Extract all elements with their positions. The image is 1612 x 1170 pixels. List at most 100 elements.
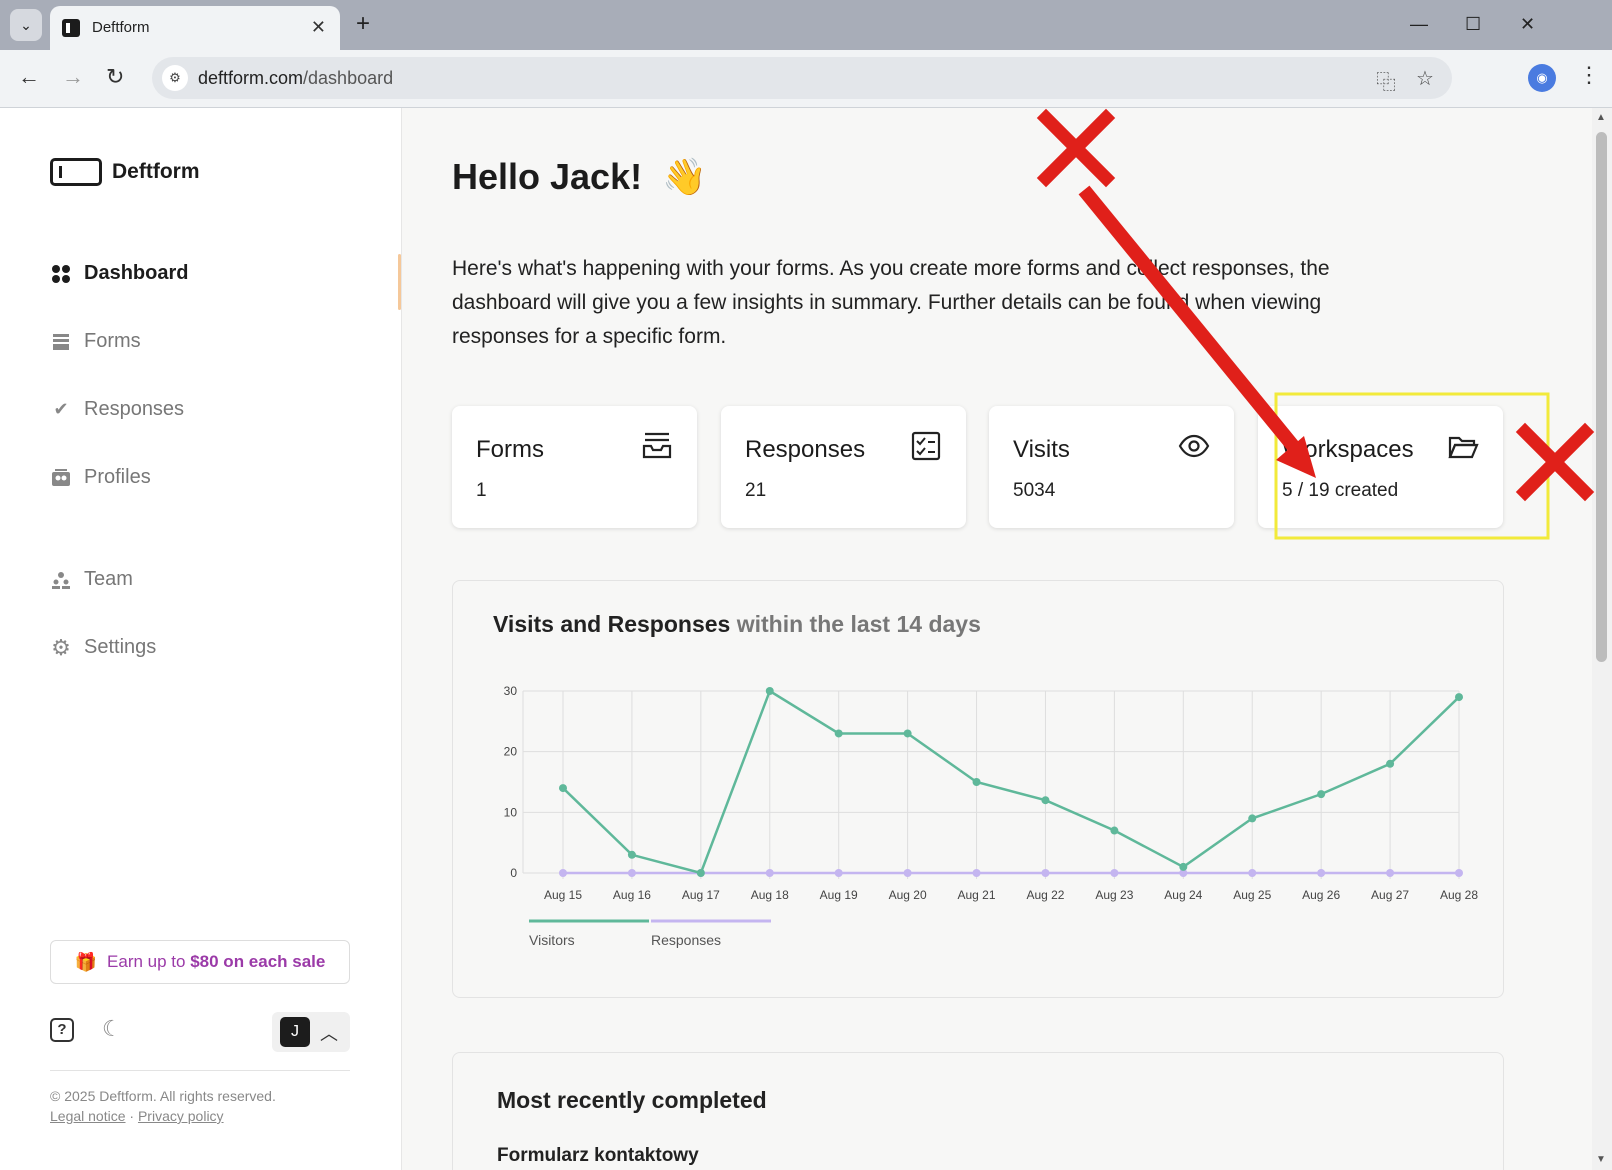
grid-icon	[50, 263, 72, 285]
x-tick-label: Aug 28	[1440, 888, 1478, 902]
waving-hand-icon: 👋	[662, 156, 707, 197]
address-bar[interactable]: ⚙ deftform.com/dashboard ⿻ ☆	[152, 57, 1452, 99]
sidebar-item-forms[interactable]: Forms	[50, 330, 141, 353]
series-line-visitors	[562, 689, 1460, 875]
earn-prefix: Earn up to	[107, 952, 191, 971]
recent-title: Most recently completed	[497, 1087, 767, 1113]
data-point-responses	[903, 869, 912, 877]
page-title: Hello Jack! 👋	[452, 156, 707, 198]
brand-name: Deftform	[112, 160, 200, 183]
chevron-down-icon: ⌄	[20, 16, 32, 33]
data-point-visitors	[1386, 759, 1395, 768]
data-point-visitors	[834, 729, 843, 738]
browser-tab-strip: ⌄ Deftform ✕ + — ☐ ✕	[0, 0, 1612, 50]
scroll-up-icon[interactable]: ▲	[1596, 112, 1606, 123]
maximize-icon[interactable]: ☐	[1465, 12, 1481, 36]
x-tick-label: Aug 22	[1026, 888, 1064, 902]
data-point-responses	[559, 869, 567, 877]
active-nav-indicator	[398, 254, 401, 310]
y-tick-label: 0	[510, 866, 517, 880]
affiliate-earn-button[interactable]: 🎁 Earn up to $80 on each sale	[50, 940, 350, 984]
browser-tab[interactable]: Deftform ✕	[50, 6, 340, 50]
inbox-tray-icon	[642, 432, 672, 459]
x-tick-label: Aug 27	[1371, 888, 1409, 902]
legal-separator: ·	[125, 1108, 138, 1124]
copyright-text: © 2025 Deftform. All rights reserved.	[50, 1088, 276, 1104]
bookmark-star-icon[interactable]: ☆	[1416, 66, 1434, 91]
sidebar-item-label: Responses	[84, 398, 185, 420]
gear-icon: ⚙	[51, 634, 71, 660]
stat-value: 21	[745, 480, 767, 501]
data-point-visitors	[1248, 814, 1257, 823]
back-arrow-icon[interactable]: ←	[18, 64, 40, 90]
folder-open-icon	[1448, 436, 1479, 459]
stat-value: 5 / 19 created	[1282, 480, 1399, 501]
brand-logo[interactable]: Deftform	[50, 158, 200, 186]
data-point-visitors	[1179, 862, 1188, 871]
y-tick-label: 10	[504, 805, 518, 819]
stat-card-responses[interactable]: Responses 21	[721, 406, 966, 528]
data-point-visitors	[559, 784, 567, 793]
data-point-responses	[1110, 869, 1119, 877]
legal-links: Legal notice · Privacy policy	[50, 1108, 224, 1124]
deftform-favicon-icon	[62, 19, 80, 37]
url-path: /dashboard	[303, 68, 394, 88]
data-point-visitors	[1041, 796, 1050, 805]
list-item[interactable]: Formularz kontaktowy	[497, 1145, 699, 1167]
scroll-thumb[interactable]	[1596, 132, 1607, 662]
sidebar-item-responses[interactable]: ✔ Responses	[50, 398, 184, 421]
forward-arrow-icon[interactable]: →	[62, 64, 84, 90]
data-point-responses	[1041, 869, 1050, 877]
user-menu-button[interactable]: J ︿	[272, 1012, 350, 1052]
data-point-responses	[1386, 869, 1395, 877]
x-tick-label: Aug 18	[751, 888, 789, 902]
url-text[interactable]: deftform.com/dashboard	[198, 68, 393, 89]
avatar: J	[280, 1017, 310, 1047]
contacts-icon	[50, 467, 72, 489]
legal-notice-link[interactable]: Legal notice	[50, 1108, 126, 1124]
sidebar-item-profiles[interactable]: Profiles	[50, 466, 151, 489]
help-icon[interactable]: ?	[50, 1018, 74, 1042]
new-tab-icon[interactable]: +	[356, 10, 370, 38]
earn-amount: $80 on each sale	[190, 952, 326, 971]
sidebar-item-dashboard[interactable]: Dashboard	[50, 262, 188, 285]
url-host: deftform.com	[198, 68, 304, 88]
sidebar-item-team[interactable]: Team	[50, 568, 133, 591]
eye-icon	[1178, 434, 1210, 458]
scroll-down-icon[interactable]: ▼	[1596, 1154, 1606, 1165]
sidebar-item-settings[interactable]: ⚙ Settings	[50, 634, 156, 660]
profile-avatar-icon[interactable]: ◉	[1528, 64, 1556, 92]
tab-search-button[interactable]: ⌄	[10, 9, 42, 41]
x-tick-label: Aug 19	[820, 888, 858, 902]
minimize-icon[interactable]: —	[1410, 12, 1428, 36]
site-info-icon[interactable]: ⚙	[162, 65, 188, 91]
close-tab-icon[interactable]: ✕	[311, 17, 326, 38]
data-point-responses	[834, 869, 843, 877]
x-tick-label: Aug 26	[1302, 888, 1340, 902]
browser-menu-icon[interactable]: ⋮	[1578, 62, 1600, 88]
stat-card-visits[interactable]: Visits 5034	[989, 406, 1234, 528]
reload-icon[interactable]: ↻	[106, 64, 124, 90]
stat-value: 5034	[1013, 480, 1056, 501]
y-tick-label: 20	[504, 745, 518, 759]
page-scrollbar[interactable]: ▲ ▼	[1592, 108, 1612, 1170]
dark-mode-moon-icon[interactable]: ☾	[102, 1016, 122, 1042]
x-tick-label: Aug 25	[1233, 888, 1271, 902]
x-tick-label: Aug 17	[682, 888, 720, 902]
translate-icon[interactable]: ⿻	[1376, 66, 1396, 95]
x-tick-label: Aug 15	[544, 888, 582, 902]
data-point-responses	[1317, 869, 1326, 877]
window-close-icon[interactable]: ✕	[1520, 12, 1535, 36]
browser-toolbar: ← → ↻ ⚙ deftform.com/dashboard ⿻ ☆ ◉ ⋮	[0, 50, 1612, 108]
privacy-policy-link[interactable]: Privacy policy	[138, 1108, 224, 1124]
stat-card-workspaces[interactable]: Workspaces 5 / 19 created	[1258, 406, 1503, 528]
sidebar-item-label: Forms	[84, 330, 141, 352]
data-point-responses	[1248, 869, 1257, 877]
stat-label: Visits	[1013, 436, 1070, 463]
sidebar-item-label: Dashboard	[84, 262, 189, 284]
stat-card-forms[interactable]: Forms 1	[452, 406, 697, 528]
data-point-visitors	[903, 729, 912, 738]
y-tick-label: 30	[504, 684, 518, 698]
x-tick-label: Aug 21	[958, 888, 996, 902]
data-point-responses	[627, 869, 636, 877]
